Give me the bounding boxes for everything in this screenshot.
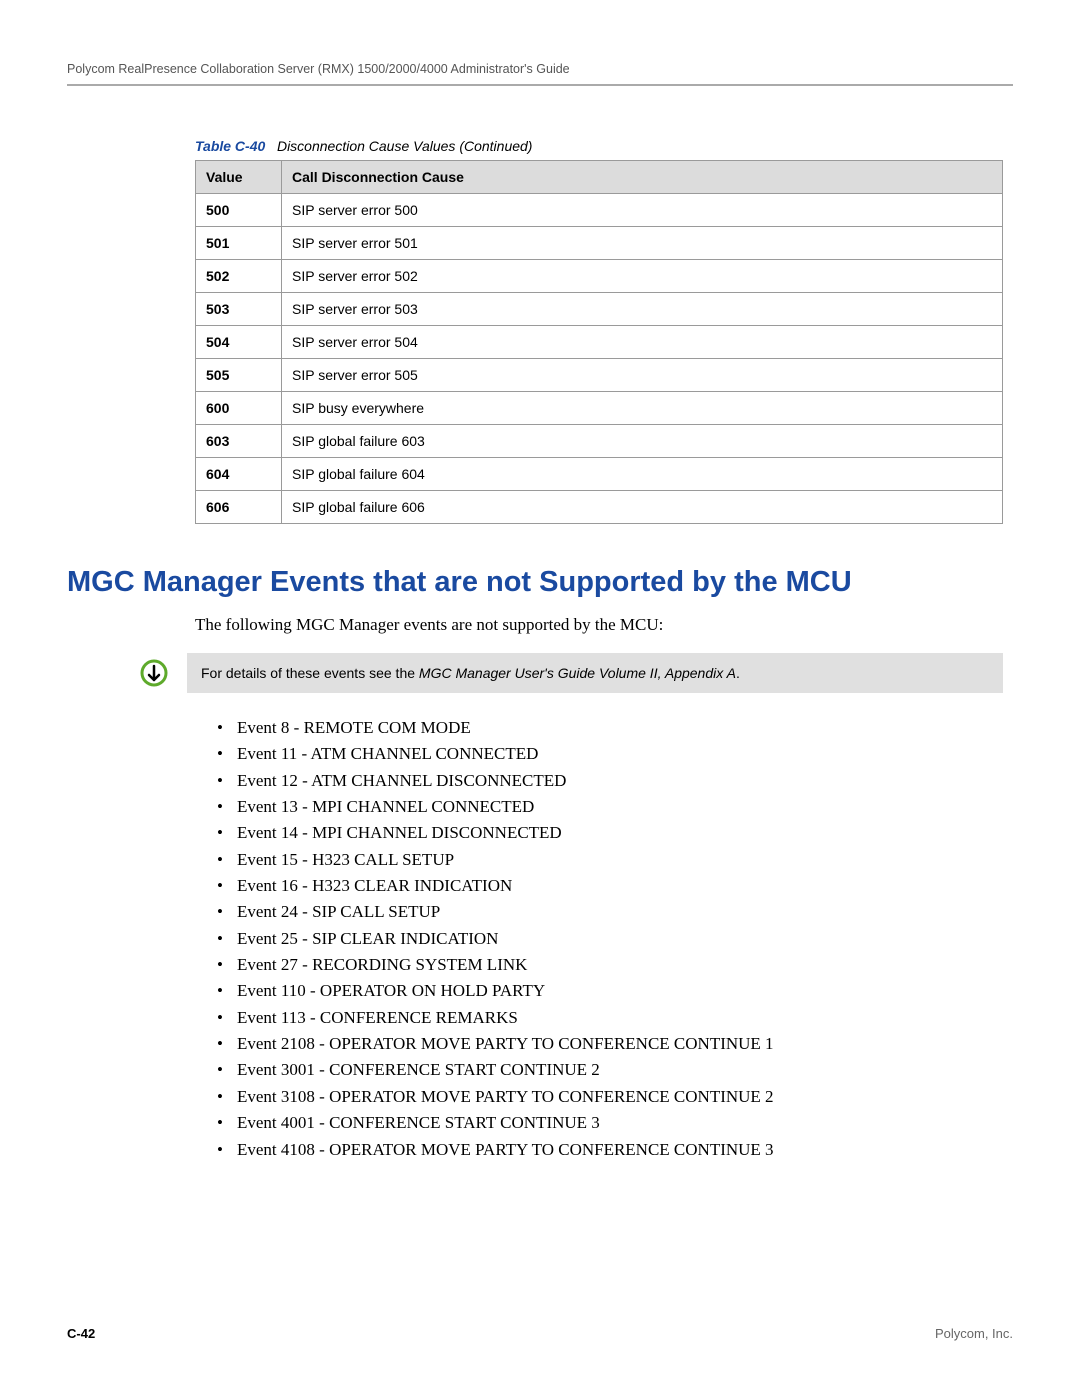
note-arrow-icon xyxy=(139,658,169,688)
cell-cause: SIP global failure 606 xyxy=(282,491,1003,524)
cell-cause: SIP server error 504 xyxy=(282,326,1003,359)
list-item: Event 15 - H323 CALL SETUP xyxy=(217,847,1003,873)
col-header-cause: Call Disconnection Cause xyxy=(282,161,1003,194)
events-list: Event 8 - REMOTE COM MODEEvent 11 - ATM … xyxy=(195,715,1003,1163)
list-item: Event 113 - CONFERENCE REMARKS xyxy=(217,1005,1003,1031)
list-item: Event 4001 - CONFERENCE START CONTINUE 3 xyxy=(217,1110,1003,1136)
note-suffix: . xyxy=(736,665,740,681)
page-footer: C-42 Polycom, Inc. xyxy=(67,1326,1013,1341)
list-item: Event 11 - ATM CHANNEL CONNECTED xyxy=(217,741,1003,767)
cell-value: 604 xyxy=(196,458,282,491)
list-item: Event 24 - SIP CALL SETUP xyxy=(217,899,1003,925)
table-row: 502SIP server error 502 xyxy=(196,260,1003,293)
note-reference: MGC Manager User's Guide Volume II, Appe… xyxy=(419,665,736,681)
list-item: Event 8 - REMOTE COM MODE xyxy=(217,715,1003,741)
list-item: Event 110 - OPERATOR ON HOLD PARTY xyxy=(217,978,1003,1004)
cell-value: 503 xyxy=(196,293,282,326)
cell-cause: SIP server error 500 xyxy=(282,194,1003,227)
cell-value: 504 xyxy=(196,326,282,359)
table-caption-text: Disconnection Cause Values (Continued) xyxy=(277,138,533,154)
list-item: Event 27 - RECORDING SYSTEM LINK xyxy=(217,952,1003,978)
cell-cause: SIP server error 503 xyxy=(282,293,1003,326)
section-heading: MGC Manager Events that are not Supporte… xyxy=(67,566,1003,599)
list-item: Event 4108 - OPERATOR MOVE PARTY TO CONF… xyxy=(217,1137,1003,1163)
list-item: Event 3108 - OPERATOR MOVE PARTY TO CONF… xyxy=(217,1084,1003,1110)
table-row: 501SIP server error 501 xyxy=(196,227,1003,260)
table-row: 504SIP server error 504 xyxy=(196,326,1003,359)
note-prefix: For details of these events see the xyxy=(201,665,419,681)
table-row: 600SIP busy everywhere xyxy=(196,392,1003,425)
note-text: For details of these events see the MGC … xyxy=(187,653,1003,693)
page-number: C-42 xyxy=(67,1326,95,1341)
list-item: Event 13 - MPI CHANNEL CONNECTED xyxy=(217,794,1003,820)
col-header-value: Value xyxy=(196,161,282,194)
content-area: Table C-40 Disconnection Cause Values (C… xyxy=(67,86,1013,1163)
list-item: Event 25 - SIP CLEAR INDICATION xyxy=(217,926,1003,952)
page: Polycom RealPresence Collaboration Serve… xyxy=(0,0,1080,1397)
table-caption: Table C-40 Disconnection Cause Values (C… xyxy=(195,138,1003,154)
cell-cause: SIP global failure 603 xyxy=(282,425,1003,458)
footer-company: Polycom, Inc. xyxy=(935,1326,1013,1341)
list-item: Event 12 - ATM CHANNEL DISCONNECTED xyxy=(217,768,1003,794)
list-item: Event 3001 - CONFERENCE START CONTINUE 2 xyxy=(217,1057,1003,1083)
cell-value: 606 xyxy=(196,491,282,524)
cell-value: 600 xyxy=(196,392,282,425)
cell-cause: SIP server error 501 xyxy=(282,227,1003,260)
table-row: 606SIP global failure 606 xyxy=(196,491,1003,524)
table-row: 503SIP server error 503 xyxy=(196,293,1003,326)
cell-value: 603 xyxy=(196,425,282,458)
table-row: 505SIP server error 505 xyxy=(196,359,1003,392)
note-block: For details of these events see the MGC … xyxy=(139,653,1003,693)
disconnection-causes-table: Value Call Disconnection Cause 500SIP se… xyxy=(195,160,1003,524)
cell-cause: SIP busy everywhere xyxy=(282,392,1003,425)
table-row: 500SIP server error 500 xyxy=(196,194,1003,227)
cell-value: 505 xyxy=(196,359,282,392)
list-item: Event 16 - H323 CLEAR INDICATION xyxy=(217,873,1003,899)
cell-value: 501 xyxy=(196,227,282,260)
table-row: 604SIP global failure 604 xyxy=(196,458,1003,491)
running-header: Polycom RealPresence Collaboration Serve… xyxy=(67,62,1013,76)
table-row: 603SIP global failure 603 xyxy=(196,425,1003,458)
table-number: Table C-40 xyxy=(195,138,265,154)
list-item: Event 2108 - OPERATOR MOVE PARTY TO CONF… xyxy=(217,1031,1003,1057)
cell-value: 500 xyxy=(196,194,282,227)
cell-cause: SIP server error 502 xyxy=(282,260,1003,293)
section-intro: The following MGC Manager events are not… xyxy=(195,615,1003,635)
list-item: Event 14 - MPI CHANNEL DISCONNECTED xyxy=(217,820,1003,846)
cell-cause: SIP global failure 604 xyxy=(282,458,1003,491)
cell-cause: SIP server error 505 xyxy=(282,359,1003,392)
cell-value: 502 xyxy=(196,260,282,293)
